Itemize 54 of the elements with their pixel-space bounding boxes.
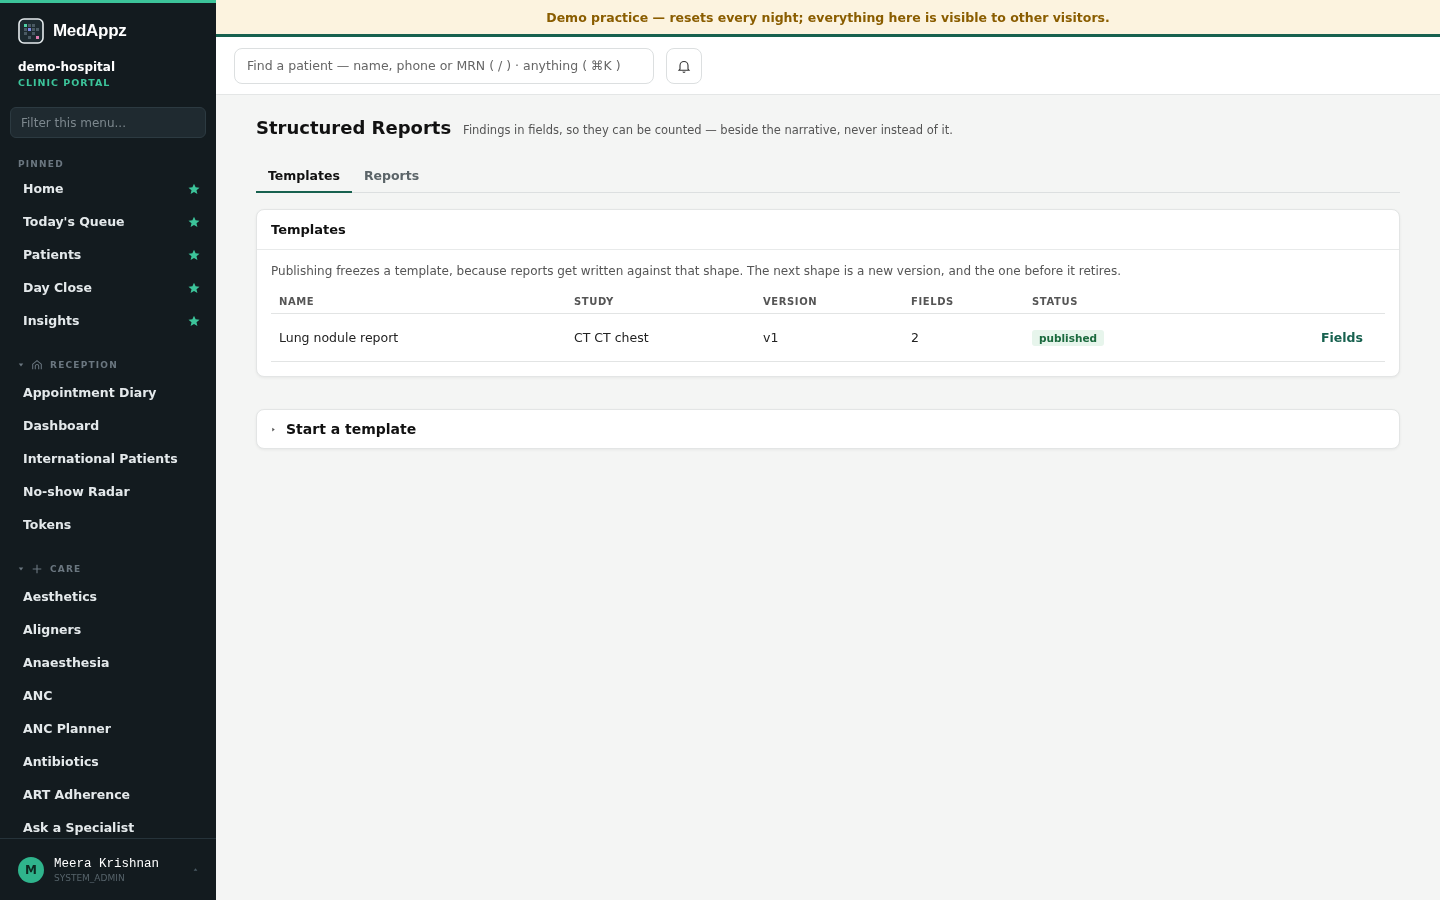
group-heading: RECEPTION [50, 360, 118, 370]
plus-icon [31, 563, 43, 575]
sidebar-item[interactable]: International Patients [10, 442, 206, 475]
sidebar-item[interactable]: Day Close [10, 271, 206, 304]
group-heading: PINNED [18, 159, 64, 169]
sidebar-item[interactable]: Ask a Specialist [10, 811, 206, 838]
group-heading: CARE [50, 564, 82, 574]
sidebar-item[interactable]: Today's Queue [10, 205, 206, 238]
bell-icon [677, 58, 691, 73]
avatar: M [18, 856, 44, 883]
sidebar-item[interactable]: Dashboard [10, 409, 206, 442]
card-description: Publishing freezes a template, because reports get written against that shape. The next shape is a new version, and the one before it retires. [271, 264, 1122, 278]
notifications-button[interactable] [666, 47, 702, 84]
sidebar-item[interactable]: Aesthetics [10, 580, 206, 613]
portal-label: CLINIC PORTAL [17, 76, 112, 88]
page-subtitle: Findings in fields, so they can be counted — beside the narrative, never instead of it. [463, 123, 953, 137]
column-header: STUDY [566, 290, 755, 314]
column-header: STATUS [1024, 290, 1223, 314]
house-icon [31, 359, 43, 371]
sidebar-item[interactable]: No-show Radar [10, 475, 206, 508]
sidebar-item[interactable]: Tokens [10, 508, 206, 541]
table-cell: v1 [755, 313, 903, 362]
caret-icon [193, 867, 198, 872]
sidebar-item[interactable]: Insights [10, 304, 206, 337]
user-role: SYSTEM_ADMIN [54, 872, 126, 883]
filter-field[interactable]: Filter this menu... [10, 107, 206, 138]
fields-link[interactable]: Fields [1321, 330, 1377, 345]
logo-icon [18, 18, 44, 44]
banner-text: Demo practice — resets every night; everything here is visible to other visitors. [546, 9, 1110, 25]
tenant-name: demo-hospital [17, 59, 117, 74]
sidebar-item[interactable]: ART Adherence [10, 778, 206, 811]
sidebar-item[interactable]: ANC Planner [10, 712, 206, 745]
column-header: VERSION [755, 290, 903, 314]
sidebar-item[interactable]: Aligners [10, 613, 206, 646]
brand-name: MedAppz [53, 21, 127, 41]
sidebar-item[interactable]: ANC [10, 679, 206, 712]
table-cell: CT CT chest [566, 313, 755, 362]
page-title: Structured Reports [256, 117, 452, 138]
table-cell: Lung nodule report [271, 313, 566, 362]
tab[interactable]: Reports [351, 160, 432, 193]
sidebar-item[interactable]: Patients [10, 238, 206, 271]
sidebar-item[interactable]: Antibiotics [10, 745, 206, 778]
start-template-toggle[interactable]: Start a template [256, 409, 1400, 449]
column-header: FIELDS [903, 290, 1024, 314]
user-name: Meera Krishnan [54, 856, 161, 871]
search-field[interactable]: Find a patient — name, phone or MRN ( / ) · anything ( ⌘K ) [234, 47, 654, 84]
card-title: Templates [257, 210, 1399, 250]
sidebar-item[interactable]: Appointment Diary [10, 376, 206, 409]
tab[interactable]: Templates [256, 160, 352, 193]
sidebar-item[interactable]: Home [10, 172, 206, 205]
column-header: NAME [271, 290, 566, 314]
sidebar-item[interactable]: Anaesthesia [10, 646, 206, 679]
status-badge: published [1032, 330, 1105, 346]
table-cell: 2 [903, 313, 1024, 362]
